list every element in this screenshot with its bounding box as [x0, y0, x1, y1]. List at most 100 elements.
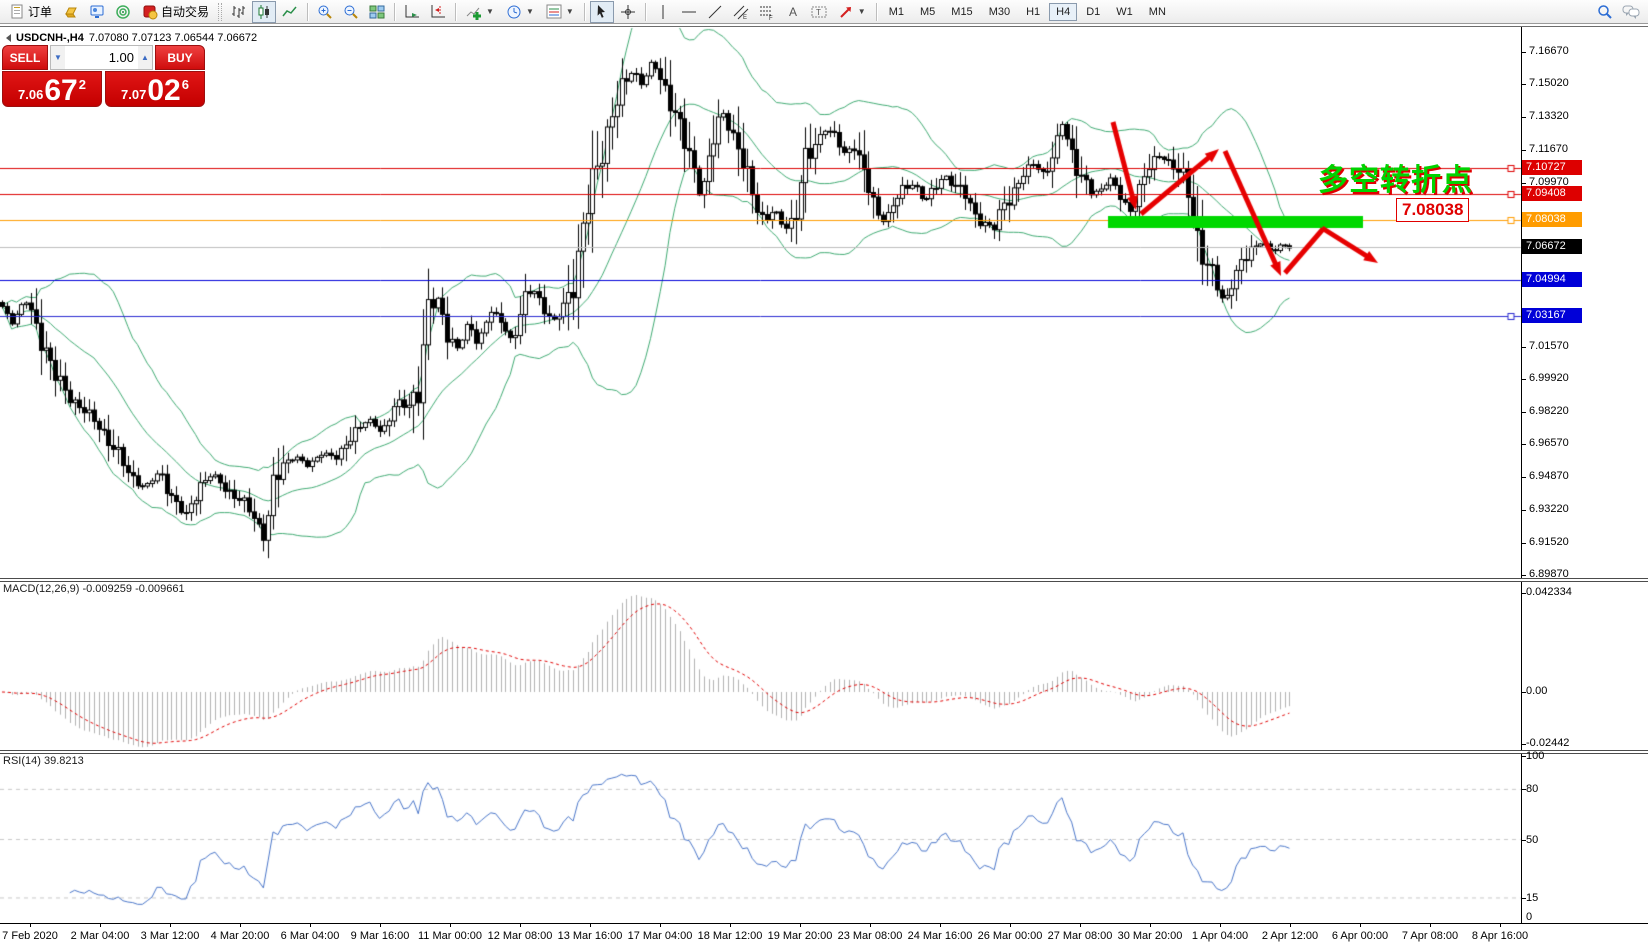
auto-scroll-icon	[404, 4, 420, 20]
time-tick-label: 27 Mar 08:00	[1048, 930, 1113, 942]
time-tick-mark	[1220, 923, 1221, 927]
sell-price-display[interactable]: 7.06 67 2	[2, 71, 102, 107]
price-tick-label: 6.98220	[1529, 405, 1569, 417]
arrow-shape-icon	[838, 4, 854, 20]
cursor-tool-button[interactable]	[590, 1, 614, 23]
toolbar-separator	[307, 3, 308, 21]
bar-chart-icon	[230, 4, 246, 20]
price-tick-mark	[1521, 183, 1526, 184]
time-tick-label: 18 Mar 12:00	[698, 930, 763, 942]
timeframe-M30[interactable]: M30	[982, 3, 1017, 21]
rsi-label: RSI(14) 39.8213	[3, 755, 84, 767]
text-tool-button[interactable]: A	[781, 1, 805, 23]
vertical-line-tool-button[interactable]	[651, 1, 675, 23]
fibonacci-tool-button[interactable]: F	[755, 1, 779, 23]
dropdown-caret-icon: ▼	[486, 7, 494, 16]
trendline-icon	[707, 4, 723, 20]
buy-price-display[interactable]: 7.07 02 6	[105, 71, 205, 107]
line-chart-icon	[282, 4, 298, 20]
buy-button[interactable]: BUY	[155, 45, 205, 70]
search-button[interactable]	[1593, 1, 1617, 23]
add-indicator-button[interactable]: ▼	[461, 1, 499, 23]
price-tick-mark	[1521, 543, 1526, 544]
autotrading-button[interactable]: 自动交易	[137, 1, 214, 23]
time-tick-mark	[310, 923, 311, 927]
rsi-axis-label: 100	[1526, 750, 1544, 762]
zoom-out-button[interactable]	[339, 1, 363, 23]
dropdown-caret-icon: ▼	[526, 7, 534, 16]
price-tick-mark	[1521, 510, 1526, 511]
time-tick-label: 7 Feb 2020	[2, 930, 58, 942]
price-tick-mark	[1521, 84, 1526, 85]
autotrading-label: 自动交易	[161, 3, 209, 20]
crosshair-tool-button[interactable]	[616, 1, 640, 23]
annotation-text[interactable]: 多空转折点	[1318, 155, 1473, 199]
price-tick-label: 6.94870	[1529, 470, 1569, 482]
time-tick-label: 2 Mar 04:00	[71, 930, 130, 942]
rsi-axis-label: 15	[1526, 892, 1538, 904]
time-tick-mark	[870, 923, 871, 927]
candlestick-chart-button[interactable]	[252, 1, 276, 23]
new-order-button[interactable]: 订单	[5, 1, 57, 23]
timeframe-D1[interactable]: D1	[1079, 3, 1107, 21]
auto-scroll-button[interactable]	[400, 1, 424, 23]
time-tick-mark	[1080, 923, 1081, 927]
cursor-icon	[594, 4, 610, 20]
periods-button[interactable]: ▼	[501, 1, 539, 23]
chart-shift-button[interactable]	[426, 1, 450, 23]
line-chart-button[interactable]	[278, 1, 302, 23]
macd-tick-mark	[1521, 692, 1526, 693]
terminal-window: 订单 自动交易	[0, 0, 1648, 949]
terminal-button[interactable]	[85, 1, 109, 23]
price-tag: 7.08038	[1522, 212, 1582, 227]
candlestick-chart-icon	[256, 4, 272, 20]
price-level-label[interactable]: 7.08038	[1396, 198, 1469, 222]
price-tick-label: 6.89870	[1529, 568, 1569, 580]
volume-input[interactable]: 1.00	[65, 46, 138, 69]
price-tick-mark	[1521, 52, 1526, 53]
timeframe-H4[interactable]: H4	[1049, 3, 1077, 21]
sell-button[interactable]: SELL	[2, 45, 48, 70]
deposit-button[interactable]	[59, 1, 83, 23]
bar-chart-button[interactable]	[226, 1, 250, 23]
macd-axis-label: -0.02442	[1526, 737, 1569, 749]
price-tag: 7.03167	[1522, 308, 1582, 323]
volume-stepper: ▼ 1.00 ▲	[50, 45, 153, 70]
text-label-tool-button[interactable]: T	[807, 1, 831, 23]
timeframe-H1[interactable]: H1	[1019, 3, 1047, 21]
chart-properties-button[interactable]: ▼	[541, 1, 579, 23]
timeframe-W1[interactable]: W1	[1109, 3, 1140, 21]
symbol-title: USDCNH-,H4	[16, 32, 84, 44]
rsi-tick-mark	[1521, 898, 1526, 899]
horizontal-line-tool-button[interactable]	[677, 1, 701, 23]
volume-up-icon[interactable]: ▲	[138, 46, 152, 69]
timeframe-M15[interactable]: M15	[944, 3, 979, 21]
channel-tool-button[interactable]: E	[729, 1, 753, 23]
timeframe-MN[interactable]: MN	[1142, 3, 1173, 21]
time-tick-mark	[450, 923, 451, 927]
toolbar-grip	[218, 3, 222, 21]
chat-button[interactable]	[1619, 1, 1643, 23]
pane-separator-rsi[interactable]	[0, 750, 1648, 754]
toolbar-separator	[584, 3, 585, 21]
buy-price-small: 7.07	[121, 87, 146, 102]
time-tick-mark	[660, 923, 661, 927]
time-tick-label: 30 Mar 20:00	[1118, 930, 1183, 942]
time-tick-label: 7 Apr 08:00	[1402, 930, 1458, 942]
buy-price-big: 02	[147, 78, 180, 104]
rsi-axis-label: 0	[1526, 911, 1532, 923]
new-order-icon	[10, 4, 25, 19]
trendline-tool-button[interactable]	[703, 1, 727, 23]
price-tick-mark	[1521, 477, 1526, 478]
tile-windows-button[interactable]	[365, 1, 389, 23]
time-tick-label: 8 Apr 16:00	[1472, 930, 1528, 942]
buy-price-sup: 6	[182, 77, 189, 92]
zoom-in-button[interactable]	[313, 1, 337, 23]
signals-button[interactable]	[111, 1, 135, 23]
toolbar-separator	[394, 3, 395, 21]
volume-down-icon[interactable]: ▼	[51, 46, 65, 69]
timeframe-M1[interactable]: M1	[882, 3, 911, 21]
pane-separator-macd[interactable]	[0, 578, 1648, 582]
arrows-tool-button[interactable]: ▼	[833, 1, 871, 23]
timeframe-M5[interactable]: M5	[913, 3, 942, 21]
